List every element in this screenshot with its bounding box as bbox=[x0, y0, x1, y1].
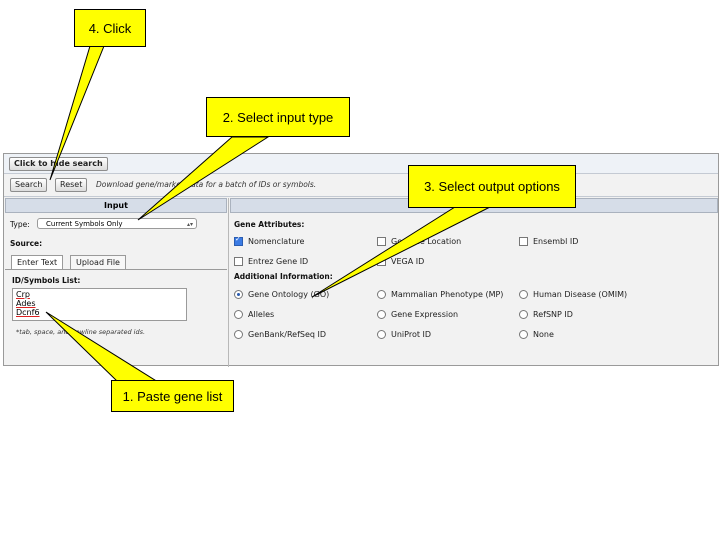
pointer-paste bbox=[45, 311, 160, 383]
callout-paste: 1. Paste gene list bbox=[111, 380, 234, 412]
pointer-input-type bbox=[137, 136, 270, 221]
callout-pointers bbox=[45, 45, 491, 383]
pointer-click bbox=[49, 45, 105, 181]
pointer-output bbox=[311, 206, 491, 298]
callout-click: 4. Click bbox=[74, 9, 146, 47]
callout-select-output: 3. Select output options bbox=[408, 165, 576, 208]
callout-select-input: 2. Select input type bbox=[206, 97, 350, 137]
